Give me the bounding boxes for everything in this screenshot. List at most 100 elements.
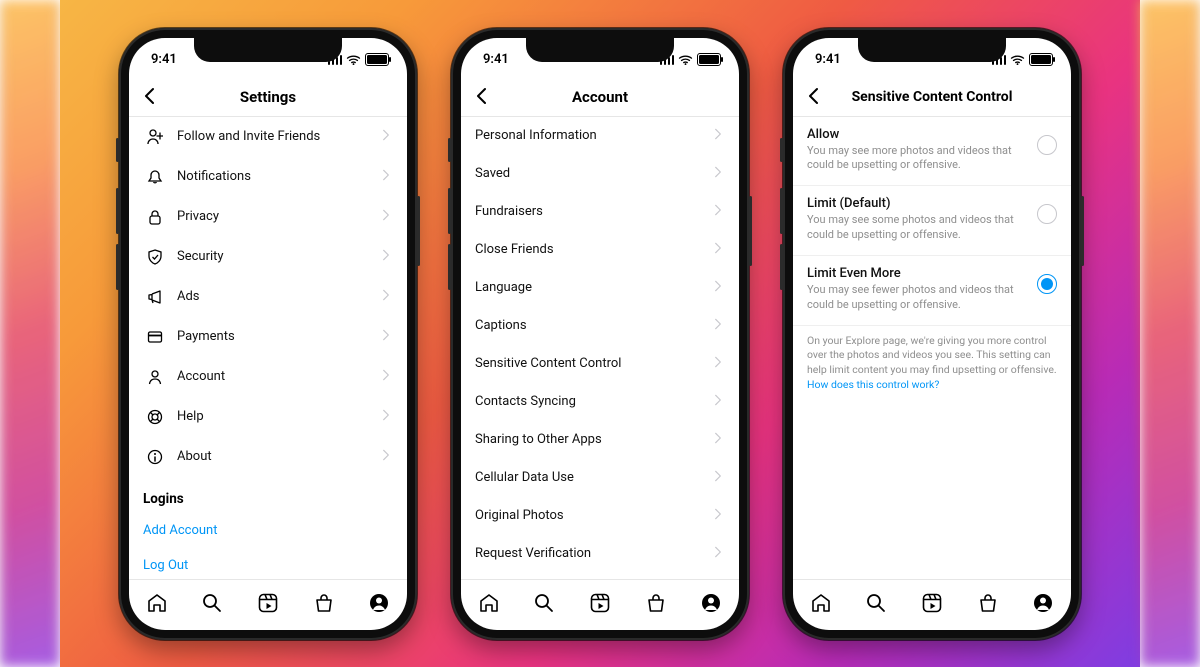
settings-row-help[interactable]: Help xyxy=(129,397,407,437)
account-row-personal-information[interactable]: Personal Information xyxy=(461,117,739,155)
row-label: About xyxy=(177,449,379,464)
option-limit-even-more[interactable]: Limit Even More You may see fewer photos… xyxy=(793,256,1071,326)
how-does-this-control-work-link[interactable]: How does this control work? xyxy=(807,378,939,391)
add-account-link[interactable]: Add Account xyxy=(129,513,407,548)
profile-icon xyxy=(368,592,390,614)
phone-mockup-settings: 9:41 Settings Follow xyxy=(119,28,417,640)
account-row-saved[interactable]: Saved xyxy=(461,155,739,193)
row-label: Notifications xyxy=(177,169,379,184)
chevron-right-icon xyxy=(711,391,725,413)
account-row-captions[interactable]: Captions xyxy=(461,307,739,345)
tab-search[interactable] xyxy=(533,592,555,618)
settings-row-ads[interactable]: Ads xyxy=(129,277,407,317)
log-out-link[interactable]: Log Out xyxy=(129,548,407,579)
row-label: Saved xyxy=(475,166,711,181)
page-title: Settings xyxy=(129,88,407,106)
radio-limit-even-more[interactable] xyxy=(1037,274,1057,294)
tab-profile[interactable] xyxy=(700,592,722,618)
account-row-sharing-to-other-apps[interactable]: Sharing to Other Apps xyxy=(461,421,739,459)
tab-profile[interactable] xyxy=(1032,592,1054,618)
account-row-fundraisers[interactable]: Fundraisers xyxy=(461,193,739,231)
tab-reels[interactable] xyxy=(921,592,943,618)
account-row-original-photos[interactable]: Original Photos xyxy=(461,497,739,535)
option-title: Limit Even More xyxy=(807,266,1027,281)
account-row-sensitive-content-control[interactable]: Sensitive Content Control xyxy=(461,345,739,383)
account-row-request-verification[interactable]: Request Verification xyxy=(461,535,739,573)
battery-icon xyxy=(365,53,389,66)
option-allow[interactable]: Allow You may see more photos and videos… xyxy=(793,117,1071,187)
chevron-right-icon xyxy=(711,467,725,489)
settings-row-about[interactable]: About xyxy=(129,437,407,477)
tab-search[interactable] xyxy=(201,592,223,618)
account-row-language[interactable]: Language xyxy=(461,269,739,307)
row-label: Follow and Invite Friends xyxy=(177,129,379,144)
chevron-right-icon xyxy=(711,353,725,375)
row-label: Account xyxy=(177,369,379,384)
tab-shop[interactable] xyxy=(313,592,335,618)
chevron-right-icon xyxy=(711,201,725,223)
tab-search[interactable] xyxy=(865,592,887,618)
account-row-contacts-syncing[interactable]: Contacts Syncing xyxy=(461,383,739,421)
search-icon xyxy=(865,592,887,614)
search-icon xyxy=(201,592,223,614)
settings-row-notifications[interactable]: Notifications xyxy=(129,157,407,197)
search-icon xyxy=(533,592,555,614)
option-title: Limit (Default) xyxy=(807,196,1027,211)
row-label: Security xyxy=(177,249,379,264)
row-label: Privacy xyxy=(177,209,379,224)
app-header: Sensitive Content Control xyxy=(793,78,1071,117)
settings-row-privacy[interactable]: Privacy xyxy=(129,197,407,237)
chevron-right-icon xyxy=(711,163,725,185)
tab-home[interactable] xyxy=(810,592,832,618)
promo-frame: 9:41 Settings Follow xyxy=(0,0,1200,667)
row-label: Payments xyxy=(177,329,379,344)
tab-reels[interactable] xyxy=(589,592,611,618)
screen-sensitive-content: 9:41 Sensitive Content Control xyxy=(793,38,1071,630)
chevron-right-icon xyxy=(711,315,725,337)
notch xyxy=(194,38,342,62)
explain-prefix: On your Explore page, we're giving you m… xyxy=(807,334,1057,376)
phone-mockup-account: 9:41 Account Personal Information Sa xyxy=(451,28,749,640)
account-row-cellular-data-use[interactable]: Cellular Data Use xyxy=(461,459,739,497)
tab-shop[interactable] xyxy=(645,592,667,618)
phone-mockup-sensitive-content: 9:41 Sensitive Content Control xyxy=(783,28,1081,640)
back-button[interactable] xyxy=(793,85,833,109)
settings-row-follow-invite[interactable]: Follow and Invite Friends xyxy=(129,117,407,157)
radio-allow[interactable] xyxy=(1037,135,1057,155)
account-list: Personal Information Saved Fundraisers C… xyxy=(461,117,739,579)
page-title: Account xyxy=(461,88,739,106)
tab-profile[interactable] xyxy=(368,592,390,618)
bottom-tab-bar xyxy=(129,579,407,630)
row-label: Sensitive Content Control xyxy=(475,356,711,371)
reels-icon xyxy=(589,592,611,614)
chevron-right-icon xyxy=(379,286,393,308)
settings-row-payments[interactable]: Payments xyxy=(129,317,407,357)
profile-icon xyxy=(700,592,722,614)
info-icon xyxy=(143,449,167,465)
account-row-close-friends[interactable]: Close Friends xyxy=(461,231,739,269)
tab-home[interactable] xyxy=(478,592,500,618)
status-time: 9:41 xyxy=(151,52,177,67)
person-icon xyxy=(143,369,167,385)
settings-row-security[interactable]: Security xyxy=(129,237,407,277)
notch xyxy=(526,38,674,62)
bottom-tab-bar xyxy=(793,579,1071,630)
back-button[interactable] xyxy=(129,85,169,109)
option-desc: You may see more photos and videos that … xyxy=(807,144,1027,174)
tab-shop[interactable] xyxy=(977,592,999,618)
row-label: Contacts Syncing xyxy=(475,394,711,409)
tab-home[interactable] xyxy=(146,592,168,618)
back-button[interactable] xyxy=(461,85,501,109)
help-icon xyxy=(143,409,167,425)
status-time: 9:41 xyxy=(815,52,841,67)
row-label: Help xyxy=(177,409,379,424)
status-time: 9:41 xyxy=(483,52,509,67)
option-limit-default[interactable]: Limit (Default) You may see some photos … xyxy=(793,186,1071,256)
tab-reels[interactable] xyxy=(257,592,279,618)
megaphone-icon xyxy=(143,289,167,305)
radio-limit-default[interactable] xyxy=(1037,204,1057,224)
wifi-icon xyxy=(678,54,693,65)
battery-icon xyxy=(1029,53,1053,66)
row-label: Original Photos xyxy=(475,508,711,523)
settings-row-account[interactable]: Account xyxy=(129,357,407,397)
